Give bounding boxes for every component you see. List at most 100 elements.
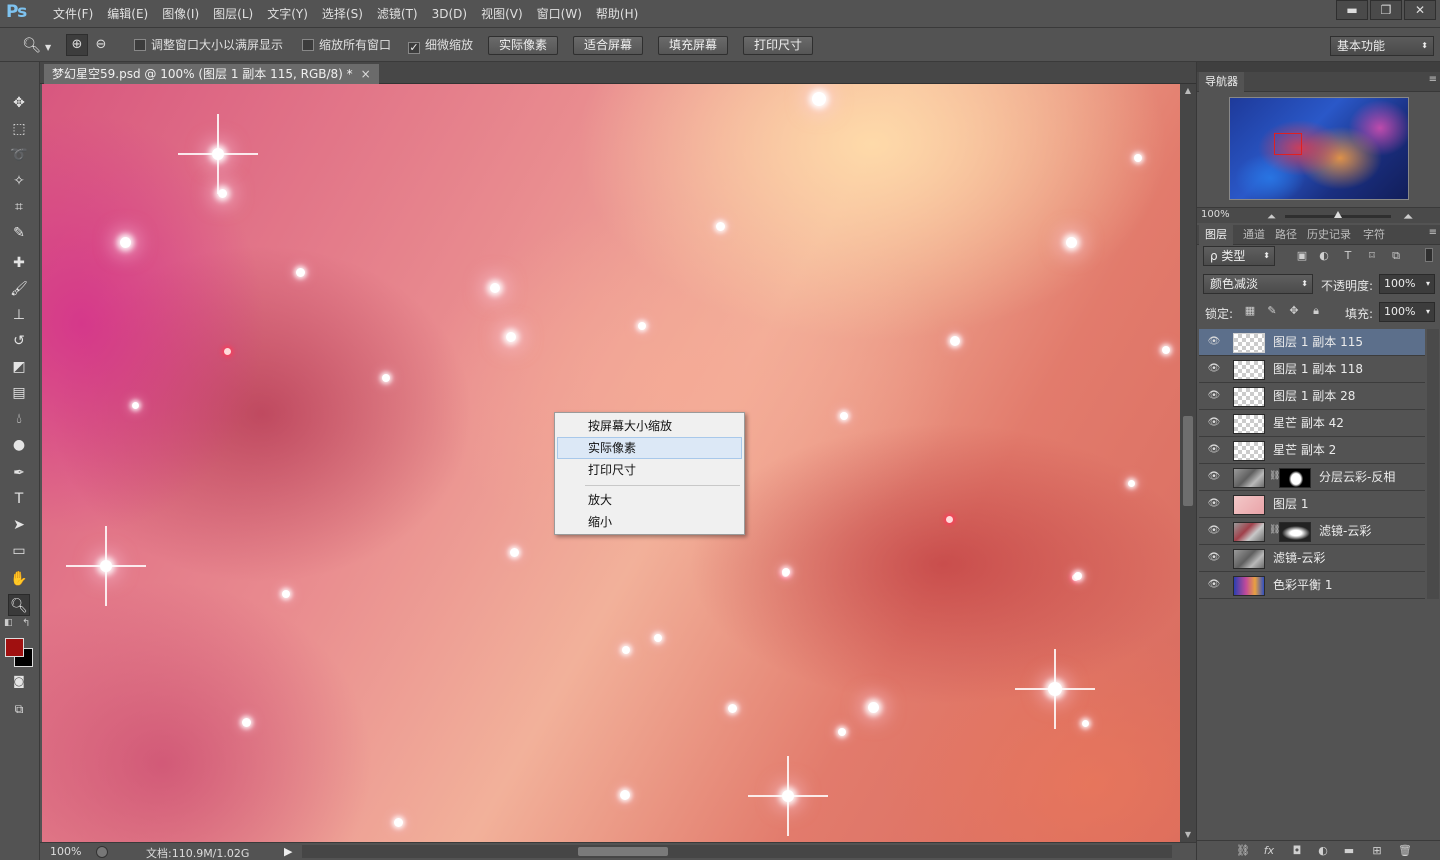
layer-row[interactable]: 👁︎ 星芒 副本 42 <box>1199 410 1425 437</box>
type-filter-icon[interactable]: T <box>1341 249 1355 263</box>
layer-row[interactable]: 👁︎ 图层 1 副本 115 <box>1199 329 1425 356</box>
status-menu-arrow-icon[interactable]: ▶ <box>284 845 292 858</box>
zoom-in-mountain-icon[interactable]: ⏶ <box>1403 210 1413 225</box>
rectangle-icon[interactable]: ▭ <box>8 540 30 562</box>
tab-layers[interactable]: 图层 <box>1199 225 1233 245</box>
layer-row[interactable]: 👁︎ 星芒 副本 2 <box>1199 437 1425 464</box>
dodge-icon[interactable]: ● <box>8 434 30 456</box>
horizontal-scrollbar[interactable] <box>302 845 1172 858</box>
zoom-icon[interactable]: 🔍︎ <box>8 594 30 616</box>
magic-wand-icon[interactable]: ✧ <box>8 170 30 192</box>
layer-row[interactable]: 👁︎ 图层 1 副本 118 <box>1199 356 1425 383</box>
opacity-input[interactable]: 100% ▾ <box>1379 274 1435 294</box>
lock-transparent-icon[interactable]: ▦ <box>1243 304 1257 318</box>
mask-link-icon[interactable]: ⛓ <box>1269 471 1280 483</box>
move-icon[interactable]: ✥ <box>8 92 30 114</box>
smart-object-filter-icon[interactable]: ⧉ <box>1389 249 1403 263</box>
menu-3d[interactable]: 3D(D) <box>425 0 474 28</box>
visibility-eye-icon[interactable]: 👁︎ <box>1207 525 1221 537</box>
vertical-scrollbar[interactable]: ▲ ▼ <box>1180 84 1196 842</box>
navigator-zoom-value[interactable]: 100% <box>1201 209 1230 220</box>
zoom-in-icon[interactable]: ⊕ <box>66 34 88 56</box>
horizontal-scroll-thumb[interactable] <box>578 847 668 856</box>
link-layers-icon[interactable]: ⛓ <box>1235 843 1251 859</box>
scrubby-zoom-checkbox[interactable]: ✓ 细微缩放 <box>408 28 473 62</box>
brush-icon[interactable]: 🖌︎ <box>8 278 30 300</box>
menu-edit[interactable]: 编辑(E) <box>100 0 155 28</box>
tab-character[interactable]: 字符 <box>1357 225 1391 245</box>
delete-layer-icon[interactable]: 🗑︎ <box>1397 843 1413 859</box>
context-zoom-out[interactable]: 缩小 <box>557 511 742 533</box>
zoom-tool-preset-icon[interactable]: 🔍︎ ▼ <box>22 28 51 62</box>
menu-type[interactable]: 文字(Y) <box>260 0 315 28</box>
adjustment-filter-icon[interactable]: ◐ <box>1317 249 1331 263</box>
restore-button[interactable]: ❐ <box>1370 0 1402 20</box>
eyedropper-icon[interactable]: ✎ <box>8 222 30 244</box>
layer-mask-thumbnail[interactable] <box>1279 522 1311 542</box>
visibility-eye-icon[interactable]: 👁︎ <box>1207 579 1221 591</box>
add-mask-icon[interactable]: ◘ <box>1289 843 1305 859</box>
menu-select[interactable]: 选择(S) <box>315 0 370 28</box>
layer-row[interactable]: 👁︎ 滤镜-云彩 <box>1199 545 1425 572</box>
visibility-eye-icon[interactable]: 👁︎ <box>1207 471 1221 483</box>
zoom-out-icon[interactable]: ⊖ <box>90 34 112 56</box>
lasso-icon[interactable]: ➰ <box>8 144 30 166</box>
layer-row[interactable]: 👁︎ ⛓ 分层云彩-反相 <box>1199 464 1425 491</box>
lock-image-icon[interactable]: ✎ <box>1265 304 1279 318</box>
panel-menu-icon[interactable]: ≡ <box>1429 227 1437 238</box>
eraser-icon[interactable]: ◩ <box>8 356 30 378</box>
visibility-eye-icon[interactable]: 👁︎ <box>1207 417 1221 429</box>
quick-mask-icon[interactable]: ◙ <box>8 670 30 692</box>
screen-mode-icon[interactable]: ⧉ <box>8 698 30 720</box>
visibility-eye-icon[interactable]: 👁︎ <box>1207 498 1221 510</box>
tab-history[interactable]: 历史记录 <box>1301 225 1357 245</box>
menu-window[interactable]: 窗口(W) <box>530 0 589 28</box>
workspace-select[interactable]: 基本功能 ⬍ <box>1330 36 1434 56</box>
fill-screen-button[interactable]: 填充屏幕 <box>658 36 729 55</box>
resize-windows-checkbox[interactable]: 调整窗口大小以满屏显示 <box>134 28 283 62</box>
menu-layer[interactable]: 图层(L) <box>206 0 260 28</box>
default-colors-icon[interactable]: ◧ <box>4 618 13 628</box>
pixel-filter-icon[interactable]: ▣ <box>1295 249 1309 263</box>
adjustment-layer-icon[interactable]: ◐ <box>1315 843 1331 859</box>
status-info-icon[interactable] <box>96 846 108 858</box>
vertical-scroll-thumb[interactable] <box>1183 416 1193 506</box>
foreground-color-swatch[interactable] <box>5 638 24 657</box>
visibility-eye-icon[interactable]: 👁︎ <box>1207 390 1221 402</box>
new-group-icon[interactable]: ▬ <box>1341 843 1357 859</box>
scroll-up-icon[interactable]: ▲ <box>1180 84 1196 98</box>
lock-all-icon[interactable]: 🔒︎ <box>1309 304 1323 318</box>
visibility-eye-icon[interactable]: 👁︎ <box>1207 444 1221 456</box>
zoom-all-windows-checkbox[interactable]: 缩放所有窗口 <box>302 28 391 62</box>
zoom-out-mountain-icon[interactable]: ⏶ <box>1267 210 1276 224</box>
layers-scrollbar[interactable] <box>1427 329 1439 599</box>
minimize-button[interactable]: ▬ <box>1336 0 1368 20</box>
actual-pixels-button[interactable]: 实际像素 <box>488 36 559 55</box>
new-layer-icon[interactable]: ⊞ <box>1369 843 1385 859</box>
context-actual-pixels[interactable]: 实际像素 <box>557 437 742 459</box>
filter-toggle-icon[interactable] <box>1425 248 1433 262</box>
canvas[interactable]: 按屏幕大小缩放 实际像素 打印尺寸 放大 缩小 <box>42 84 1180 842</box>
lock-position-icon[interactable]: ✥ <box>1287 304 1301 318</box>
context-zoom-in[interactable]: 放大 <box>557 489 742 511</box>
gradient-icon[interactable]: ▤ <box>8 382 30 404</box>
layer-mask-thumbnail[interactable] <box>1279 468 1311 488</box>
fill-input[interactable]: 100% ▾ <box>1379 302 1435 322</box>
crop-icon[interactable]: ⌗ <box>8 196 30 218</box>
menu-help[interactable]: 帮助(H) <box>589 0 645 28</box>
path-select-icon[interactable]: ➤ <box>8 514 30 536</box>
print-size-button[interactable]: 打印尺寸 <box>743 36 814 55</box>
layer-row[interactable]: 👁︎ 图层 1 <box>1199 491 1425 518</box>
history-brush-icon[interactable]: ↺ <box>8 330 30 352</box>
context-print-size[interactable]: 打印尺寸 <box>557 459 742 481</box>
blend-mode-select[interactable]: 颜色减淡 ⬍ <box>1203 274 1313 294</box>
tab-paths[interactable]: 路径 <box>1269 225 1303 245</box>
close-button[interactable]: ✕ <box>1404 0 1436 20</box>
layer-filter-type-select[interactable]: ρ 类型 ⬍ <box>1203 246 1275 266</box>
marquee-icon[interactable]: ⬚ <box>8 118 30 140</box>
layer-style-fx-icon[interactable]: fx <box>1261 843 1277 859</box>
healing-brush-icon[interactable]: ✚ <box>8 252 30 274</box>
shape-filter-icon[interactable]: ⌑ <box>1365 249 1379 263</box>
visibility-eye-icon[interactable]: 👁︎ <box>1207 336 1221 348</box>
document-tab[interactable]: 梦幻星空59.psd @ 100% (图层 1 副本 115, RGB/8) *… <box>44 64 379 84</box>
